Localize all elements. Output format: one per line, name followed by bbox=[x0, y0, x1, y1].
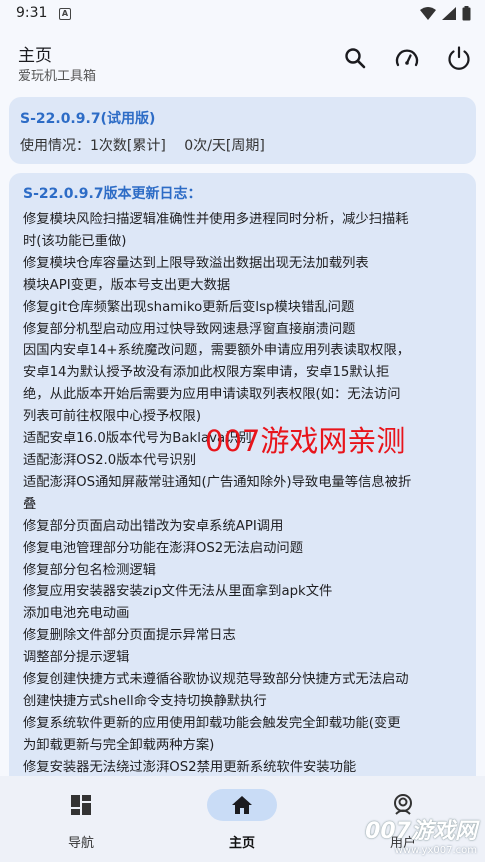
nav-pill bbox=[46, 789, 116, 821]
nav-label: 导航 bbox=[67, 836, 94, 851]
speedometer-icon bbox=[395, 49, 419, 67]
power-icon bbox=[448, 46, 470, 70]
status-icons bbox=[420, 6, 471, 21]
changelog-list: 修复模块风险扫描逻辑准确性并使用多进程同时分析，减少扫描耗 时(该功能已重做) 修复… bbox=[23, 209, 465, 779]
a-icon: A bbox=[59, 8, 71, 20]
watermark-text: 007游戏网亲测 bbox=[205, 424, 406, 458]
corner-watermark: 007游戏网 www.yx007.com bbox=[365, 813, 477, 856]
search-icon bbox=[345, 48, 366, 69]
changelog-line: 修复电池管理部分功能在澎湃OS2无法启动问题 bbox=[23, 540, 304, 556]
signal-icon bbox=[442, 7, 456, 20]
dashboard-icon bbox=[71, 795, 91, 815]
page-subtitle: 爱玩机工具箱 bbox=[18, 69, 97, 84]
changelog-line: 添加电池充电动画 bbox=[23, 606, 130, 622]
changelog-line: 修复git仓库频繁出现shamiko更新后变lsp模块错乱问题 bbox=[23, 299, 355, 315]
home-icon bbox=[232, 796, 252, 814]
wifi-icon bbox=[420, 7, 436, 20]
status-time: 9:31 bbox=[16, 5, 48, 21]
license-usage: 使用情况：1次数[累计] 0次/天[周期] bbox=[20, 138, 265, 154]
changelog-line: 为卸载更新与完全卸载两种方案) bbox=[23, 737, 215, 753]
battery-icon bbox=[462, 6, 471, 21]
speed-button[interactable] bbox=[393, 44, 421, 72]
status-bar: 9:31 A bbox=[0, 0, 485, 28]
changelog-line: 叠 bbox=[23, 496, 37, 512]
app-bar: 主页 爱玩机工具箱 bbox=[0, 28, 485, 92]
bottom-nav: 导航 主页 用户 007游戏网 www.yx007.com bbox=[0, 776, 485, 862]
changelog-line: 修复创建快捷方式未遵循谷歌协议规范导致部分快捷方式无法启动 bbox=[23, 672, 409, 688]
corner-watermark-url: www.yx007.com bbox=[394, 845, 477, 856]
changelog-line: 因国内安卓14+系统魔改问题，需要额外申请应用列表读取权限， bbox=[23, 343, 411, 359]
changelog-line: 时(该功能已重做) bbox=[23, 233, 127, 249]
changelog-line: 安卓14为默认授予故没有添加此权限方案申请，安卓15默认拒 bbox=[23, 365, 390, 381]
nav-item-navigation[interactable]: 导航 bbox=[1, 776, 161, 862]
search-button[interactable] bbox=[341, 44, 369, 72]
power-button[interactable] bbox=[445, 44, 473, 72]
license-version: S-22.0.9.7(试用版) bbox=[20, 111, 156, 127]
nav-item-home[interactable]: 主页 bbox=[162, 776, 322, 862]
changelog-line: 修复系统软件更新的应用使用卸载功能会触发完全卸载功能(变更 bbox=[23, 715, 401, 731]
page-title: 主页 bbox=[18, 46, 52, 66]
changelog-line: 修复部分页面启动出错改为安卓系统API调用 bbox=[23, 518, 284, 534]
changelog-line: 适配澎湃OS通知屏蔽常驻通知(广告通知除外)导致电量等信息被折 bbox=[23, 474, 412, 490]
changelog-line: 修复部分包名检测逻辑 bbox=[23, 562, 156, 578]
corner-watermark-text: 007游戏网 bbox=[365, 819, 477, 844]
changelog-line: 修复部分机型启动应用过快导致网速悬浮窗直接崩溃问题 bbox=[23, 321, 356, 337]
changelog-line: 修复删除文件部分页面提示异常日志 bbox=[23, 628, 236, 644]
changelog-line: 创建快捷方式shell命令支持切换静默执行 bbox=[23, 693, 267, 709]
changelog-line: 修复模块仓库容量达到上限导致溢出数据出现无法加载列表 bbox=[23, 255, 369, 271]
nav-label: 主页 bbox=[228, 836, 255, 851]
changelog-line: 调整部分提示逻辑 bbox=[23, 650, 130, 666]
license-card[interactable]: S-22.0.9.7(试用版) 使用情况：1次数[累计] 0次/天[周期] bbox=[9, 97, 476, 164]
changelog-line: 模块API变更，版本号支出更大数据 bbox=[23, 277, 231, 293]
nav-pill bbox=[207, 789, 277, 821]
changelog-title: S-22.0.9.7版本更新日志： bbox=[23, 186, 202, 202]
changelog-card: S-22.0.9.7版本更新日志： 修复模块风险扫描逻辑准确性并使用多进程同时分… bbox=[9, 173, 476, 813]
changelog-line: 绝，从此版本开始后需要为应用申请读取列表权限(如：无法访问 bbox=[23, 387, 401, 403]
changelog-line: 修复应用安装器安装zip文件无法从里面拿到apk文件 bbox=[23, 584, 333, 600]
changelog-line: 修复模块风险扫描逻辑准确性并使用多进程同时分析，减少扫描耗 bbox=[23, 212, 409, 227]
